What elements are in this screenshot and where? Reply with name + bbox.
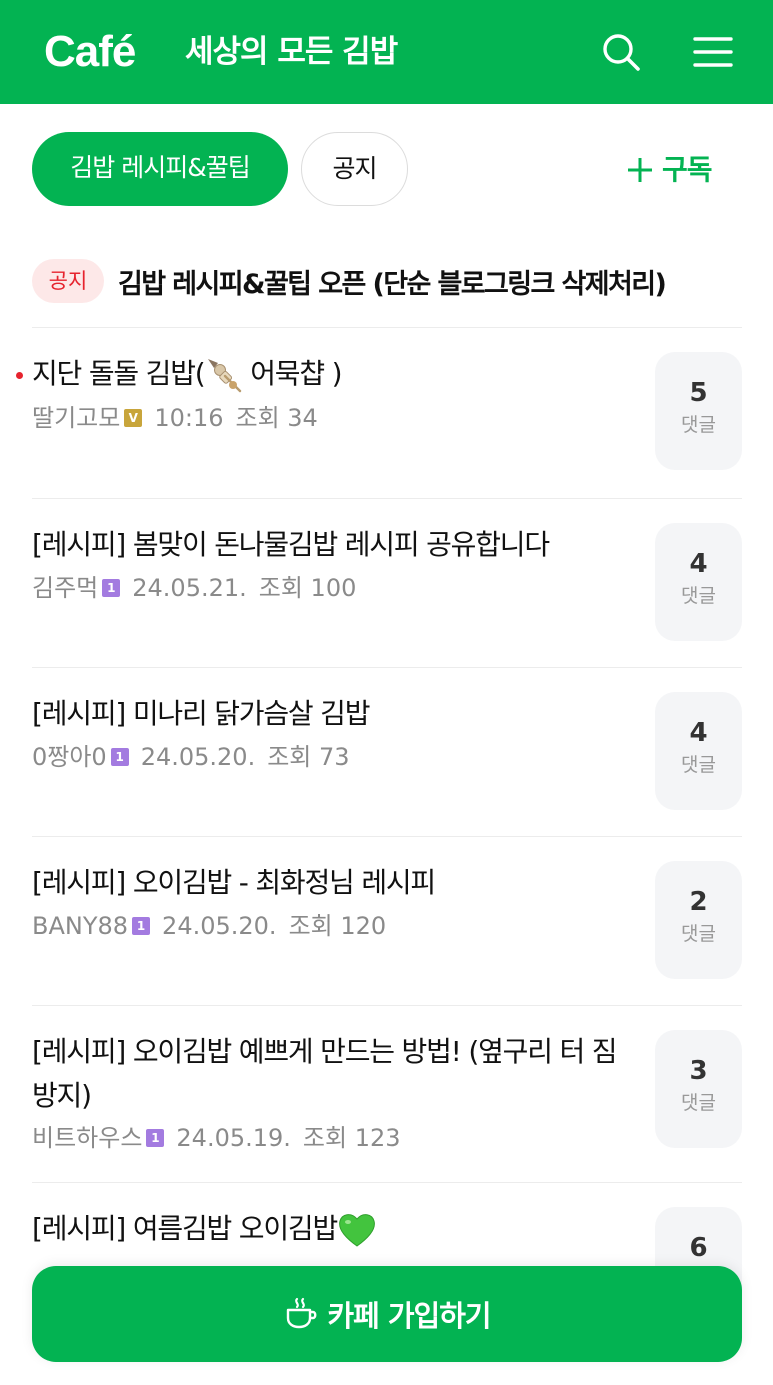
tab-recipe-tips[interactable]: 김밥 레시피&꿀팁 xyxy=(32,132,288,206)
post-views: 조회 73 xyxy=(267,743,350,771)
post-title: [레시피] 오이김밥 예쁘게 만드는 방법! (옆구리 터 짐 방지) xyxy=(32,1035,618,1112)
comment-count: 5 xyxy=(689,378,708,408)
post-meta: 딸기고모 V 10:16 조회 34 xyxy=(32,400,318,436)
post-meta: 김주먹 1 24.05.21. 조회 100 xyxy=(32,570,356,606)
member-level-badge: 1 xyxy=(110,748,129,766)
post-meta: BANY88 1 24.05.20. 조회 120 xyxy=(32,908,386,944)
post-item[interactable]: [레시피] 미나리 닭가슴살 김밥 0짱아0 1 24.05.20. 조회 73… xyxy=(32,692,742,810)
post-title: [레시피] 여름김밥 오이김밥 xyxy=(32,1207,642,1251)
post-views: 조회 120 xyxy=(288,912,387,940)
app-header: Café 세상의 모든 김밥 xyxy=(0,0,773,104)
comment-count-button[interactable]: 5 댓글 xyxy=(655,352,742,470)
post-meta: 0짱아0 1 24.05.20. 조회 73 xyxy=(32,739,350,775)
comment-label: 댓글 xyxy=(681,1092,716,1114)
post-views: 조회 100 xyxy=(258,574,357,602)
comment-label: 댓글 xyxy=(681,414,716,436)
post-item[interactable]: 지단 돌돌 김밥( 어묵챱 ) 딸기고모 V 10:16 조회 34 5 댓글 xyxy=(16,352,742,470)
post-author[interactable]: 0짱아0 xyxy=(32,739,107,775)
divider xyxy=(32,1005,742,1006)
comment-count-button[interactable]: 2 댓글 xyxy=(655,861,742,979)
post-title: 지단 돌돌 김밥( 어묵챱 ) xyxy=(32,352,642,396)
comment-count: 4 xyxy=(689,549,708,579)
search-icon[interactable] xyxy=(601,32,641,72)
post-item[interactable]: [레시피] 오이김밥 - 최화정님 레시피 BANY88 1 24.05.20.… xyxy=(32,861,742,979)
member-level-badge: 1 xyxy=(146,1129,165,1147)
post-title-text-end: 어묵챱 ) xyxy=(242,357,342,390)
notice-badge: 공지 xyxy=(32,259,104,303)
post-views: 조회 123 xyxy=(302,1124,401,1152)
board-tabs: 김밥 레시피&꿀팁 공지 구독 xyxy=(0,130,773,208)
hamburger-menu-icon[interactable] xyxy=(693,32,733,72)
pinned-notice[interactable]: 공지 김밥 레시피&꿀팁 오픈 (단순 블로그링크 삭제처리) xyxy=(32,258,742,304)
post-title: [레시피] 봄맞이 돈나물김밥 레시피 공유합니다 xyxy=(32,528,550,561)
post-date: 24.05.21. xyxy=(132,574,247,602)
member-level-badge: 1 xyxy=(102,579,121,597)
comment-count: 3 xyxy=(689,1056,708,1086)
post-author[interactable]: 비트하우스 xyxy=(32,1120,142,1156)
post-title: [레시피] 오이김밥 - 최화정님 레시피 xyxy=(32,866,436,899)
post-author[interactable]: 딸기고모 xyxy=(32,400,120,436)
post-item[interactable]: [레시피] 오이김밥 예쁘게 만드는 방법! (옆구리 터 짐 방지) 비트하우… xyxy=(32,1030,742,1160)
post-title-text: 지단 돌돌 김밥( xyxy=(32,357,206,390)
post-views: 조회 34 xyxy=(235,404,318,432)
post-date: 24.05.20. xyxy=(162,912,277,940)
comment-count-button[interactable]: 3 댓글 xyxy=(655,1030,742,1148)
new-post-dot xyxy=(16,372,23,379)
divider xyxy=(32,836,742,837)
green-heart-emoji xyxy=(339,1214,375,1247)
comment-count: 4 xyxy=(689,718,708,748)
plus-icon xyxy=(628,158,652,182)
comment-label: 댓글 xyxy=(681,585,716,607)
post-author[interactable]: 김주먹 xyxy=(32,570,98,606)
member-level-badge: V xyxy=(124,409,143,427)
join-cafe-button[interactable]: 카페 가입하기 xyxy=(32,1266,742,1362)
join-button-label: 카페 가입하기 xyxy=(327,1299,491,1333)
comment-label: 댓글 xyxy=(681,754,716,776)
post-title-text: [레시피] 여름김밥 오이김밥 xyxy=(32,1212,338,1245)
subscribe-label: 구독 xyxy=(662,153,713,186)
cafe-title[interactable]: 세상의 모든 김밥 xyxy=(185,30,398,74)
post-date: 24.05.20. xyxy=(140,743,256,771)
post-title: [레시피] 미나리 닭가슴살 김밥 xyxy=(32,697,370,730)
divider xyxy=(32,498,742,499)
post-meta: 비트하우스 1 24.05.19. 조회 123 xyxy=(32,1120,401,1156)
subscribe-button[interactable]: 구독 xyxy=(626,148,713,192)
oden-skewer-emoji xyxy=(207,359,241,393)
post-item[interactable]: [레시피] 봄맞이 돈나물김밥 레시피 공유합니다 김주먹 1 24.05.21… xyxy=(32,523,742,641)
comment-label: 댓글 xyxy=(681,923,716,945)
coffee-cup-icon xyxy=(287,1297,317,1329)
post-item[interactable]: [레시피] 여름김밥 오이김밥 6 xyxy=(32,1207,742,1325)
comment-count: 6 xyxy=(689,1233,708,1263)
post-date: 10:16 xyxy=(154,404,224,432)
notice-title: 김밥 레시피&꿀팁 오픈 (단순 블로그링크 삭제처리) xyxy=(118,268,667,300)
tab-notice[interactable]: 공지 xyxy=(301,132,408,206)
divider xyxy=(32,327,742,328)
comment-count-button[interactable]: 4 댓글 xyxy=(655,523,742,641)
divider xyxy=(32,667,742,668)
member-level-badge: 1 xyxy=(132,917,151,935)
comment-count: 2 xyxy=(689,887,708,917)
divider xyxy=(32,1182,742,1183)
post-date: 24.05.19. xyxy=(176,1124,291,1152)
cafe-logo[interactable]: Café xyxy=(44,24,136,80)
comment-count-button[interactable]: 4 댓글 xyxy=(655,692,742,810)
post-author[interactable]: BANY88 xyxy=(32,908,128,944)
